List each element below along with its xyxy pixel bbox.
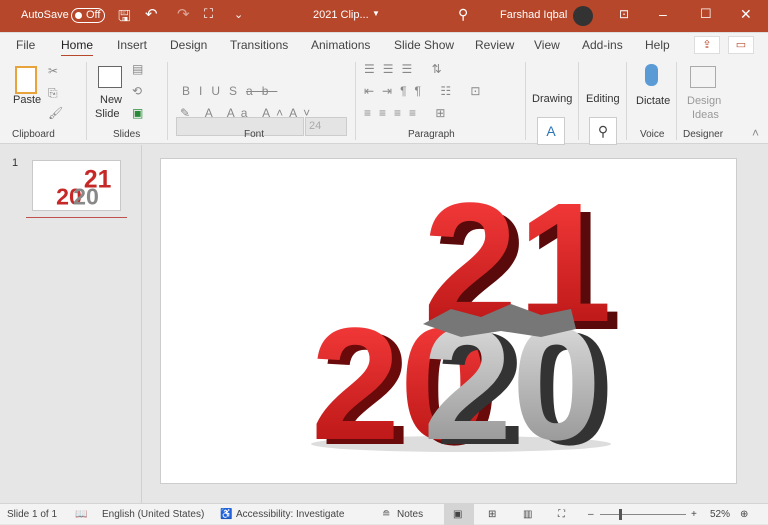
new-slide-icon[interactable] [98, 66, 122, 88]
group-clipboard: Clipboard [12, 129, 55, 140]
divider [676, 62, 677, 140]
tab-help[interactable]: Help [645, 38, 670, 52]
design-ideas-icon[interactable] [690, 66, 716, 88]
collapse-ribbon-icon[interactable]: ˄ [752, 126, 759, 140]
section-icon[interactable]: ▣ [132, 106, 143, 120]
user-name[interactable]: Farshad Iqbal [500, 9, 567, 21]
notes-icon[interactable]: ≘ [382, 509, 390, 520]
maximize-icon[interactable]: ☐ [700, 6, 712, 22]
accessibility-icon[interactable]: ♿ [220, 509, 232, 520]
group-paragraph: Paragraph [408, 129, 455, 140]
avatar[interactable] [573, 6, 593, 26]
share-button[interactable]: ⇪ [694, 36, 720, 54]
normal-view-button[interactable]: ▣ [444, 504, 474, 525]
cut-icon[interactable]: ✂ [48, 64, 58, 78]
reset-icon[interactable]: ⟲ [132, 84, 142, 98]
save-icon[interactable]: 🖫 [118, 6, 131, 31]
zoom-slider[interactable] [600, 514, 686, 515]
tab-home[interactable]: Home [61, 38, 94, 57]
fit-slide-icon[interactable]: ⊕ [740, 509, 748, 520]
comments-button[interactable]: ▭ [728, 36, 754, 54]
svg-text:20: 20 [73, 184, 99, 210]
tab-slide-show[interactable]: Slide Show [394, 38, 454, 52]
format-painter-icon[interactable]: 🖌 [48, 106, 63, 120]
tab-review[interactable]: Review [475, 38, 514, 52]
drawing-icon[interactable]: A [537, 117, 565, 145]
spelling-icon[interactable]: 📖 [75, 509, 87, 520]
slide-sorter-button[interactable]: ⊞ [488, 509, 496, 520]
search-icon[interactable]: ⚲ [458, 6, 468, 23]
dictate-button[interactable]: Dictate [636, 95, 670, 107]
chevron-down-icon[interactable]: ▼ [372, 9, 380, 18]
close-icon[interactable]: ✕ [740, 6, 752, 23]
align-icons[interactable]: ≡≡≡≡ ⊞ [364, 106, 453, 120]
font-color-icons[interactable]: ✎ A Aa A˄A˅ [180, 106, 316, 120]
autosave-toggle[interactable]: Off [71, 8, 105, 23]
layout-icon[interactable]: ▤ [132, 62, 143, 76]
redo-icon[interactable]: ↷ [177, 5, 190, 23]
slide-counter: Slide 1 of 1 [7, 509, 58, 520]
group-font: Font [244, 129, 265, 140]
accessibility-status[interactable]: Accessibility: Investigate [236, 509, 344, 520]
reading-view-button[interactable]: ▥ [523, 509, 532, 520]
find-icon[interactable]: ⚲ [589, 117, 617, 145]
notes-button[interactable]: Notes [397, 509, 423, 520]
ribbon-display-icon[interactable]: ⊡ [619, 7, 629, 21]
divider [626, 62, 627, 140]
font-format-icons[interactable]: BIUSab [182, 84, 277, 98]
divider [167, 62, 168, 140]
autosave-label: AutoSave [21, 9, 69, 21]
divider [355, 62, 356, 140]
group-slides: Slides [113, 129, 141, 140]
zoom-out-button[interactable]: – [588, 509, 594, 520]
ribbon-tabs: File Home Insert Design Transitions Anim… [0, 32, 768, 57]
document-title[interactable]: 2021 Clip... [313, 9, 369, 21]
new-slide-button[interactable]: New [100, 94, 122, 106]
tab-file[interactable]: File [16, 38, 35, 52]
divider [525, 62, 526, 140]
group-designer: Designer [683, 129, 724, 140]
customize-icon[interactable]: ⌄ [234, 8, 243, 21]
zoom-slider-thumb[interactable] [619, 509, 622, 520]
editing-button[interactable]: Editing [586, 93, 620, 105]
tab-animations[interactable]: Animations [311, 38, 370, 52]
paste-icon[interactable] [15, 66, 37, 94]
design-ideas-label[interactable]: Ideas [692, 109, 719, 121]
insertion-line [26, 217, 127, 218]
new-slide-label[interactable]: Slide [95, 108, 119, 120]
tab-add-ins[interactable]: Add-ins [582, 38, 623, 52]
tab-insert[interactable]: Insert [117, 38, 147, 52]
status-bar: Slide 1 of 1 📖 English (United States) ♿… [0, 503, 768, 525]
paste-button[interactable]: Paste [13, 94, 41, 106]
slideshow-button[interactable]: ⛶ [558, 509, 565, 520]
tab-design[interactable]: Design [170, 38, 207, 52]
divider [86, 62, 87, 140]
ribbon: Paste ✂ ⎘ 🖌 Clipboard New Slide ▤ ⟲ ▣ Sl… [0, 56, 768, 145]
drawing-button[interactable]: Drawing [532, 93, 572, 105]
microphone-icon[interactable] [645, 64, 658, 86]
indent-icons[interactable]: ⇤⇥¶¶ ☷ ⊡ [364, 84, 488, 98]
undo-icon[interactable]: ↶ [145, 5, 158, 23]
design-ideas-button[interactable]: Design [687, 95, 721, 107]
present-icon[interactable]: ⛶ [204, 6, 213, 22]
divider [578, 62, 579, 140]
slide-number: 1 [12, 157, 19, 169]
minimize-icon[interactable]: – [659, 6, 667, 22]
title-bar: AutoSave Off 🖫 ↶ ↷ ⛶ ⌄ 2021 Clip... ▼ ⚲ … [0, 0, 768, 32]
slide-canvas[interactable]: 21 21 20 20 20 20 2020 [160, 158, 737, 484]
slide-thumbnail[interactable]: 21 20 20 [32, 160, 121, 211]
zoom-in-button[interactable]: + [691, 509, 697, 520]
list-icons[interactable]: ☰☰☰ ⇅ [364, 62, 450, 76]
copy-icon[interactable]: ⎘ [48, 86, 58, 101]
language[interactable]: English (United States) [102, 509, 204, 520]
tab-transitions[interactable]: Transitions [230, 38, 288, 52]
tab-view[interactable]: View [534, 38, 560, 52]
zoom-level[interactable]: 52% [710, 509, 730, 520]
group-voice: Voice [640, 129, 665, 140]
